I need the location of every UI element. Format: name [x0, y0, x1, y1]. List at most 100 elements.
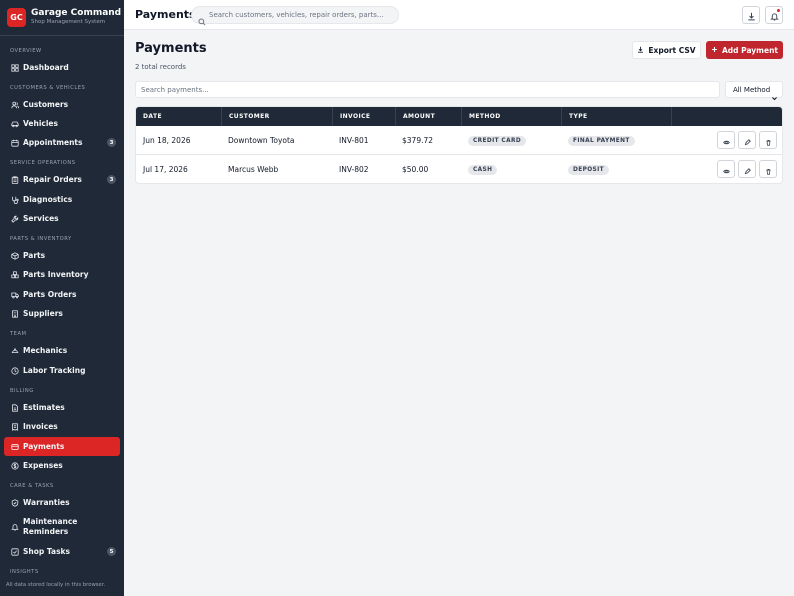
chevron-down-icon: [771, 87, 778, 101]
receipt-icon: [10, 422, 19, 431]
brand-logo: GC: [7, 8, 26, 27]
sidebar-item-repair-orders[interactable]: Repair Orders 3: [4, 170, 120, 189]
edit-button[interactable]: [738, 160, 756, 178]
truck-icon: [10, 290, 19, 299]
plus-icon: [711, 46, 718, 55]
add-payment-label: Add Payment: [722, 45, 778, 55]
trash-icon: [765, 131, 772, 150]
section-team: TEAM: [10, 331, 27, 337]
sidebar-item-estimates[interactable]: Estimates: [4, 398, 120, 417]
page-title: Payments: [135, 41, 207, 56]
repair-orders-count-badge: 3: [107, 175, 116, 184]
sidebar-item-payments[interactable]: Payments: [4, 437, 120, 456]
boxes-icon: [10, 270, 19, 279]
sidebar-item-parts-orders[interactable]: Parts Orders: [4, 285, 120, 304]
table-header: DATE CUSTOMER INVOICE AMOUNT METHOD TYPE: [136, 107, 782, 126]
brand[interactable]: GC Garage Command Shop Management System: [0, 0, 124, 36]
pencil-icon: [744, 160, 751, 179]
stethoscope-icon: [10, 195, 19, 204]
trash-icon: [765, 160, 772, 179]
cell-customer: Downtown Toyota: [228, 136, 295, 145]
method-badge: CREDIT CARD: [468, 135, 527, 146]
sidebar-item-services[interactable]: Services: [4, 209, 120, 228]
view-button[interactable]: [717, 131, 735, 149]
section-insights: INSIGHTS: [10, 569, 39, 575]
file-icon: [10, 403, 19, 412]
section-service-operations: SERVICE OPERATIONS: [10, 160, 76, 166]
download-button[interactable]: [742, 6, 760, 24]
delete-button[interactable]: [759, 131, 777, 149]
cell-amount: $50.00: [402, 165, 429, 174]
sidebar-item-warranties[interactable]: Warranties: [4, 493, 120, 512]
sidebar-item-parts-inventory[interactable]: Parts Inventory: [4, 265, 120, 284]
sidebar-item-label: Invoices: [23, 421, 58, 431]
appointments-count-badge: 3: [107, 138, 116, 147]
sidebar-item-invoices[interactable]: Invoices: [4, 417, 120, 436]
record-count: 2 total records: [135, 63, 186, 71]
add-payment-button[interactable]: Add Payment: [706, 41, 783, 59]
export-csv-button[interactable]: Export CSV: [632, 41, 701, 59]
column-header-date[interactable]: DATE: [136, 107, 222, 126]
clipboard-icon: [10, 175, 19, 184]
hardhat-icon: [10, 346, 19, 355]
sidebar-item-dashboard[interactable]: Dashboard: [4, 58, 120, 77]
sidebar-item-labor-tracking[interactable]: Labor Tracking: [4, 361, 120, 380]
sidebar-item-label: Appointments: [23, 137, 83, 147]
view-button[interactable]: [717, 160, 735, 178]
sidebar-item-label: Customers: [23, 99, 69, 109]
column-header-amount[interactable]: AMOUNT: [396, 107, 462, 126]
sidebar-item-parts[interactable]: Parts: [4, 246, 120, 265]
search-icon: [198, 11, 206, 26]
payments-search-input[interactable]: [141, 84, 711, 95]
dollar-icon: [10, 461, 19, 470]
column-header-method[interactable]: METHOD: [462, 107, 562, 126]
sidebar-item-label: Diagnostics: [23, 194, 73, 204]
sidebar-item-customers[interactable]: Customers: [4, 95, 120, 114]
sidebar-item-label: Vehicles: [23, 118, 58, 128]
column-header-type[interactable]: TYPE: [562, 107, 672, 126]
export-csv-label: Export CSV: [648, 45, 696, 55]
users-icon: [10, 100, 19, 109]
download-icon: [637, 46, 644, 55]
sidebar-item-shop-tasks[interactable]: Shop Tasks 5: [4, 542, 120, 561]
shield-icon: [10, 498, 19, 507]
method-filter-select[interactable]: All Method: [725, 81, 783, 101]
global-search[interactable]: [191, 6, 399, 26]
column-header-actions: [672, 107, 782, 126]
sidebar-item-maintenance-reminders[interactable]: Maintenance Reminders: [4, 512, 120, 541]
sidebar-item-expenses[interactable]: Expenses: [4, 456, 120, 475]
sidebar-item-suppliers[interactable]: Suppliers: [4, 304, 120, 323]
delete-button[interactable]: [759, 160, 777, 178]
storage-note: All data stored locally in this browser.: [6, 582, 106, 588]
sidebar-item-diagnostics[interactable]: Diagnostics: [4, 190, 120, 209]
type-badge: FINAL PAYMENT: [568, 135, 635, 146]
global-search-input[interactable]: [209, 9, 394, 21]
sidebar-item-label: Warranties: [23, 497, 70, 507]
sidebar-item-label: Maintenance: [23, 517, 78, 526]
cell-invoice: INV-801: [339, 136, 369, 145]
sidebar-item-mechanics[interactable]: Mechanics: [4, 341, 120, 360]
notifications-button[interactable]: [765, 6, 783, 24]
payments-search[interactable]: [135, 81, 720, 98]
car-icon: [10, 119, 19, 128]
edit-button[interactable]: [738, 131, 756, 149]
sidebar-item-label: Parts Orders: [23, 289, 77, 299]
sidebar-item-label: Estimates: [23, 402, 65, 412]
dashboard-icon: [10, 63, 19, 72]
sidebar-item-label: Shop Tasks: [23, 546, 70, 556]
download-icon: [747, 6, 756, 25]
eye-icon: [722, 131, 730, 150]
building-icon: [10, 309, 19, 318]
cell-invoice: INV-802: [339, 165, 369, 174]
section-customers-vehicles: CUSTOMERS & VEHICLES: [10, 85, 86, 91]
brand-name: Garage Command: [31, 8, 122, 18]
sidebar-item-label: Labor Tracking: [23, 365, 86, 375]
cell-amount: $379.72: [402, 136, 434, 145]
table-row: Jul 17, 2026 Marcus Webb INV-802 $50.00 …: [136, 155, 782, 183]
section-billing: BILLING: [10, 388, 34, 394]
sidebar-item-appointments[interactable]: Appointments 3: [4, 133, 120, 152]
column-header-invoice[interactable]: INVOICE: [333, 107, 396, 126]
sidebar-item-vehicles[interactable]: Vehicles: [4, 114, 120, 133]
cell-date: Jul 17, 2026: [143, 165, 188, 174]
column-header-customer[interactable]: CUSTOMER: [222, 107, 333, 126]
